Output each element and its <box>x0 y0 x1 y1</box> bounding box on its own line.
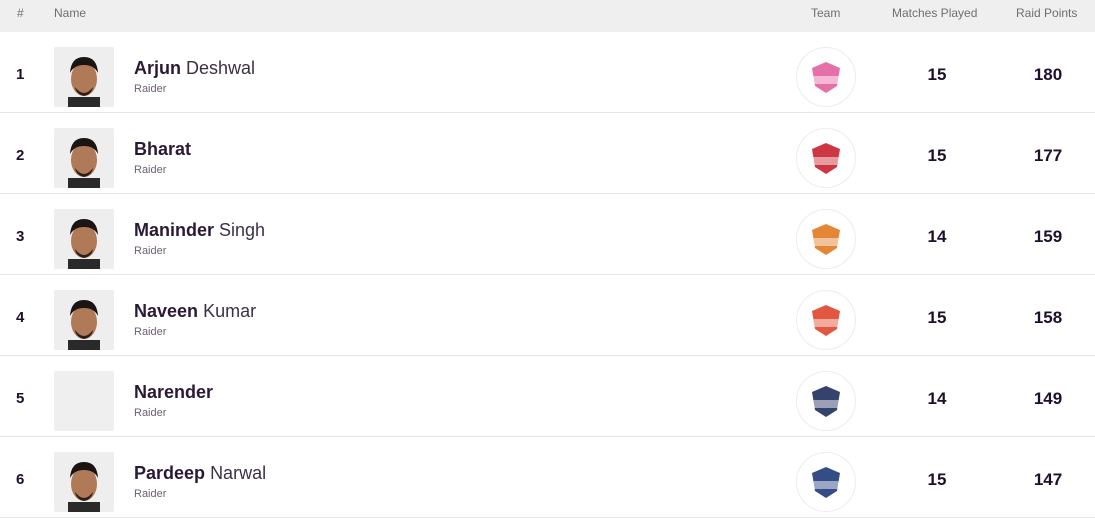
player-last-name: Kumar <box>203 301 257 321</box>
table-header: # Name Team Matches Played Raid Points <box>0 0 1095 32</box>
raid-points: 149 <box>1033 389 1063 408</box>
raid-points: 159 <box>1033 227 1063 246</box>
player-photo[interactable] <box>54 209 114 269</box>
team-logo[interactable] <box>796 47 856 107</box>
dabang-delhi-logo-icon <box>812 305 840 336</box>
raid-points: 147 <box>1033 470 1063 489</box>
rank-number: 3 <box>16 228 25 245</box>
player-name[interactable]: Pardeep Narwal <box>134 463 266 484</box>
player-last-name: Deshwal <box>186 58 256 78</box>
player-role: Raider <box>134 83 167 95</box>
player-name[interactable]: Maninder Singh <box>134 220 265 241</box>
matches-played: 15 <box>927 65 947 84</box>
rank-number: 2 <box>16 147 25 164</box>
player-first-name: Arjun <box>134 58 181 78</box>
table-body: 1 Arjun Deshwal Raider 15 180 2 Bharat R… <box>0 32 1095 518</box>
player-first-name: Maninder <box>134 220 215 240</box>
player-first-name: Pardeep <box>134 463 206 483</box>
matches-played: 15 <box>927 470 947 489</box>
rank-number: 5 <box>16 390 25 407</box>
raid-points: 177 <box>1033 146 1063 165</box>
header-matches-played[interactable]: Matches Played <box>892 6 977 20</box>
team-logo[interactable] <box>796 452 856 512</box>
table-row[interactable]: 2 Bharat Raider 15 177 <box>0 113 1095 194</box>
raid-points: 158 <box>1033 308 1063 327</box>
player-face-icon <box>54 290 114 350</box>
rank-number: 6 <box>16 471 25 488</box>
player-face-icon <box>54 209 114 269</box>
table-row[interactable]: 5 Narender Raider 14 149 <box>0 356 1095 437</box>
table-row[interactable]: 1 Arjun Deshwal Raider 15 180 <box>0 32 1095 113</box>
header-raid-points[interactable]: Raid Points <box>1016 6 1077 20</box>
rank-number: 4 <box>16 309 25 326</box>
up-yoddhas-logo-icon <box>812 467 840 498</box>
jaipur-pink-panthers-logo-icon <box>812 62 840 93</box>
player-name[interactable]: Arjun Deshwal <box>134 58 255 79</box>
player-face-icon <box>54 452 114 512</box>
player-face-icon <box>54 128 114 188</box>
player-photo[interactable] <box>54 128 114 188</box>
player-photo[interactable] <box>54 290 114 350</box>
team-logo[interactable] <box>796 371 856 431</box>
header-rank: # <box>17 6 24 20</box>
team-logo[interactable] <box>796 290 856 350</box>
player-photo[interactable] <box>54 47 114 107</box>
player-face-icon <box>54 47 114 107</box>
player-photo[interactable] <box>54 371 114 431</box>
player-photo[interactable] <box>54 452 114 512</box>
player-name[interactable]: Narender <box>134 382 213 403</box>
player-role: Raider <box>134 407 167 419</box>
bengaluru-bulls-logo-icon <box>812 143 840 174</box>
raid-points: 180 <box>1033 65 1063 84</box>
team-logo[interactable] <box>796 128 856 188</box>
player-role: Raider <box>134 245 167 257</box>
table-row[interactable]: 6 Pardeep Narwal Raider 15 147 <box>0 437 1095 518</box>
bengal-warriors-logo-icon <box>812 224 840 255</box>
matches-played: 14 <box>927 389 947 408</box>
tamil-thalaivas-logo-icon <box>812 386 840 417</box>
player-role: Raider <box>134 164 167 176</box>
player-first-name: Narender <box>134 382 214 402</box>
stats-table: # Name Team Matches Played Raid Points 1… <box>0 0 1095 518</box>
player-first-name: Bharat <box>134 139 192 159</box>
player-last-name: Singh <box>219 220 266 240</box>
matches-played: 15 <box>927 146 947 165</box>
team-logo[interactable] <box>796 209 856 269</box>
header-name[interactable]: Name <box>54 6 86 20</box>
player-role: Raider <box>134 488 167 500</box>
player-last-name: Narwal <box>210 463 267 483</box>
player-role: Raider <box>134 326 167 338</box>
header-team[interactable]: Team <box>811 6 840 20</box>
player-name[interactable]: Bharat <box>134 139 191 160</box>
rank-number: 1 <box>16 66 25 83</box>
matches-played: 14 <box>927 227 947 246</box>
player-first-name: Naveen <box>134 301 199 321</box>
table-row[interactable]: 4 Naveen Kumar Raider 15 158 <box>0 275 1095 356</box>
player-name[interactable]: Naveen Kumar <box>134 301 256 322</box>
matches-played: 15 <box>927 308 947 327</box>
table-row[interactable]: 3 Maninder Singh Raider 14 159 <box>0 194 1095 275</box>
